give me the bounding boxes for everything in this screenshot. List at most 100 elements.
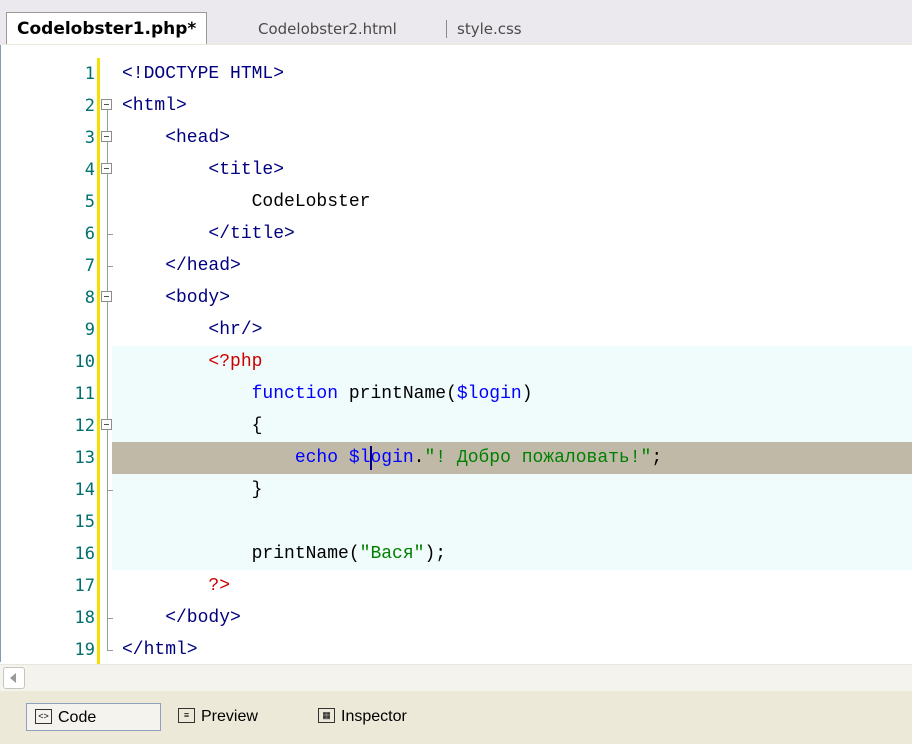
code-text[interactable]: <html> xyxy=(122,90,187,122)
preview-icon: ≡ xyxy=(178,708,195,724)
code-text[interactable]: printName("Вася"); xyxy=(122,538,446,570)
code-line[interactable]: 7 </head> xyxy=(1,250,912,282)
fold-guide xyxy=(101,602,114,634)
code-line[interactable]: 9 <hr/> xyxy=(1,314,912,346)
code-line[interactable]: 10 <?php xyxy=(1,346,912,378)
change-marker xyxy=(97,378,100,410)
tab-style-css[interactable]: style.css xyxy=(457,14,522,44)
line-number: 5 xyxy=(84,192,95,212)
fold-guide xyxy=(101,218,114,250)
code-line[interactable]: 14 } xyxy=(1,474,912,506)
change-marker xyxy=(97,442,100,474)
tab-codelobster1-php[interactable]: Codelobster1.php* xyxy=(6,12,208,44)
change-marker xyxy=(97,314,100,346)
code-token: ; xyxy=(651,448,663,468)
code-text[interactable]: ?> xyxy=(122,570,230,602)
fold-toggle-icon[interactable] xyxy=(101,90,114,122)
change-marker xyxy=(97,218,100,250)
scroll-left-arrow-icon[interactable] xyxy=(3,667,25,689)
code-token: <?php xyxy=(122,352,263,372)
change-marker xyxy=(97,602,100,634)
code-line[interactable]: 12 { xyxy=(1,410,912,442)
fold-guide xyxy=(101,506,114,538)
code-token: printName( xyxy=(122,544,360,564)
code-text[interactable]: <title> xyxy=(122,154,284,186)
code-text[interactable]: </title> xyxy=(122,218,295,250)
code-line[interactable]: 6 </title> xyxy=(1,218,912,250)
code-line[interactable]: 15 xyxy=(1,506,912,538)
code-line[interactable]: 1 <!DOCTYPE HTML> xyxy=(1,58,912,90)
inspector-view-tab[interactable]: ▦ Inspector xyxy=(318,703,407,731)
code-editor[interactable]: 1 <!DOCTYPE HTML> 2 <html> 3 <head> 4 <title>… xyxy=(0,45,912,666)
code-line[interactable]: 2 <html> xyxy=(1,90,912,122)
code-token: . xyxy=(413,448,425,468)
fold-toggle-icon[interactable] xyxy=(101,282,114,314)
code-line[interactable]: 19 </html> xyxy=(1,634,912,666)
code-text[interactable]: CodeLobster xyxy=(122,186,371,218)
code-line[interactable]: 4 <title> xyxy=(1,154,912,186)
fold-toggle-icon[interactable] xyxy=(101,122,114,154)
code-token: </title> xyxy=(122,224,295,244)
line-number: 6 xyxy=(84,224,95,244)
code-text[interactable]: { xyxy=(122,410,263,442)
code-token: echo xyxy=(294,448,339,468)
line-number: 10 xyxy=(74,352,95,372)
code-line[interactable]: 8 <body> xyxy=(1,282,912,314)
change-marker xyxy=(97,250,100,282)
line-number: 15 xyxy=(74,512,95,532)
code-text[interactable]: echo $login."! Добро пожаловать!"; xyxy=(122,442,662,474)
preview-view-tab[interactable]: ≡ Preview xyxy=(178,703,258,731)
code-line[interactable]: 5 CodeLobster xyxy=(1,186,912,218)
line-number: 16 xyxy=(74,544,95,564)
code-view-tab[interactable]: <> Code xyxy=(26,703,161,731)
code-token: <hr/> xyxy=(122,320,263,340)
code-token: $login xyxy=(348,448,414,468)
code-token: function xyxy=(251,384,339,404)
code-text[interactable]: <hr/> xyxy=(122,314,262,346)
code-line[interactable]: 3 <head> xyxy=(1,122,912,154)
code-text[interactable]: </html> xyxy=(122,634,198,666)
code-text[interactable]: </head> xyxy=(122,250,241,282)
code-text[interactable]: <!DOCTYPE HTML> xyxy=(122,58,284,90)
change-marker xyxy=(97,122,100,154)
code-text[interactable]: </body> xyxy=(122,602,241,634)
file-tab-bar: Codelobster1.php* Codelobster2.html styl… xyxy=(0,0,912,45)
fold-toggle-icon[interactable] xyxy=(101,410,114,442)
line-number: 12 xyxy=(74,416,95,436)
code-token: ) xyxy=(521,384,533,404)
code-text[interactable]: <head> xyxy=(122,122,230,154)
code-token: ?> xyxy=(122,576,231,596)
code-token: <title> xyxy=(122,160,285,180)
code-token: ); xyxy=(424,544,447,564)
tab-codelobster2-html[interactable]: Codelobster2.html xyxy=(258,14,397,44)
change-marker xyxy=(97,186,100,218)
line-number: 7 xyxy=(84,256,95,276)
change-marker xyxy=(97,506,100,538)
code-text[interactable]: } xyxy=(122,474,263,506)
code-text[interactable]: <body> xyxy=(122,282,230,314)
code-token: </body> xyxy=(122,608,241,628)
change-marker xyxy=(97,570,100,602)
line-number: 8 xyxy=(84,288,95,308)
code-token: } xyxy=(122,480,263,500)
line-number: 3 xyxy=(84,128,95,148)
view-switcher-bar: <> Code ≡ Preview ▦ Inspector xyxy=(0,691,912,744)
code-view-label: Code xyxy=(58,709,97,726)
code-text[interactable]: <?php xyxy=(122,346,262,378)
line-number: 18 xyxy=(74,608,95,628)
horizontal-scrollbar[interactable] xyxy=(0,664,912,691)
line-number: 17 xyxy=(74,576,95,596)
fold-guide xyxy=(101,634,114,666)
code-line[interactable]: 13 echo $login."! Добро пожаловать!"; xyxy=(1,442,912,474)
code-line[interactable]: 18 </body> xyxy=(1,602,912,634)
fold-guide xyxy=(101,250,114,282)
code-line[interactable]: 16 printName("Вася"); xyxy=(1,538,912,570)
code-line[interactable]: 17 ?> xyxy=(1,570,912,602)
fold-toggle-icon[interactable] xyxy=(101,154,114,186)
code-text[interactable]: function printName($login) xyxy=(122,378,533,410)
code-line[interactable]: 11 function printName($login) xyxy=(1,378,912,410)
fold-guide xyxy=(101,538,114,570)
change-marker xyxy=(97,90,100,122)
